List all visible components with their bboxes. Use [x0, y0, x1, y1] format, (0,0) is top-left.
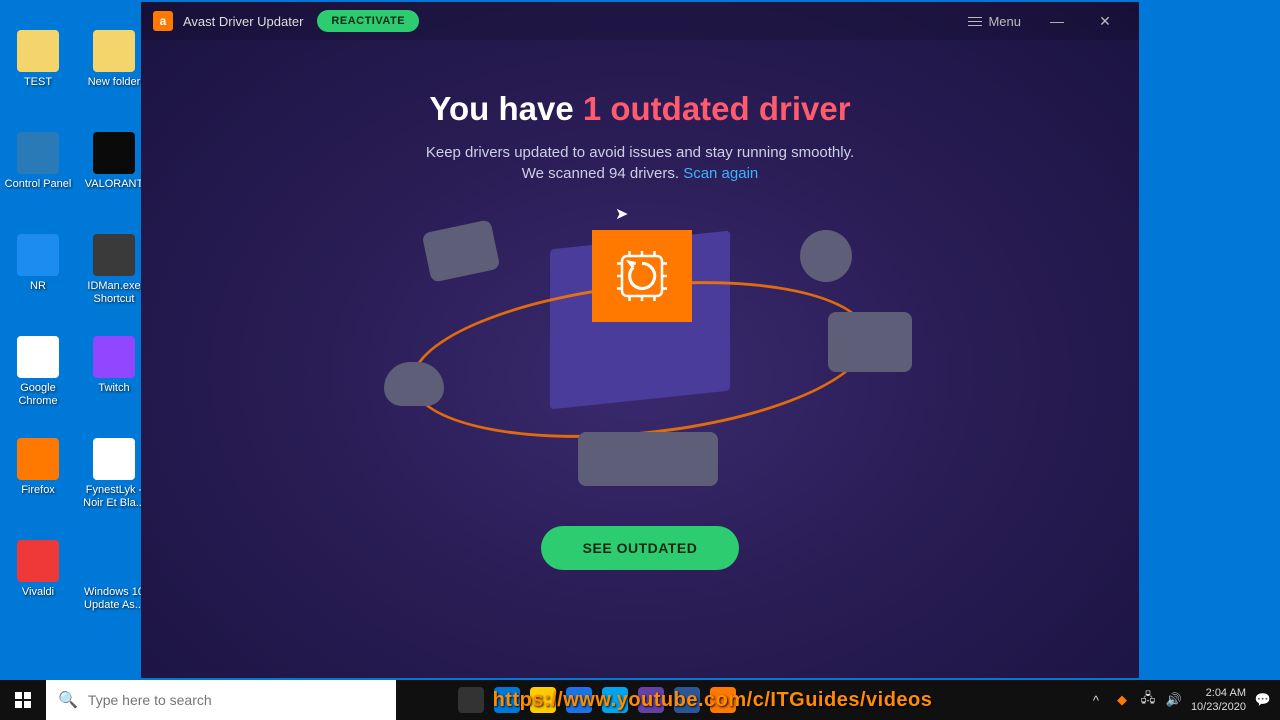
app-icon [17, 234, 59, 276]
taskbar-app-edge[interactable] [566, 687, 592, 713]
app-icon [93, 438, 135, 480]
scanned-text: We scanned 94 drivers. [522, 165, 683, 182]
taskbar-search[interactable]: 🔍 [46, 680, 396, 720]
tray-avast-icon[interactable]: ◆ [1113, 691, 1131, 709]
tray-network-icon[interactable]: 🖧 [1139, 691, 1157, 709]
app-title: Avast Driver Updater [183, 14, 303, 29]
scan-again-link[interactable]: Scan again [683, 165, 758, 182]
taskbar-app-word[interactable] [674, 687, 700, 713]
desktop-icon-label: Control Panel [3, 178, 74, 191]
desktop-icon[interactable]: Vivaldi [0, 540, 76, 630]
task-view-button[interactable] [458, 687, 484, 713]
headline: You have 1 outdated driver [141, 90, 1139, 128]
windows-icon [15, 692, 31, 708]
app-icon [93, 132, 135, 174]
taskbar: 🔍 https://www.youtube.com/c/ITGuides/vid… [0, 680, 1280, 720]
subtitle: Keep drivers updated to avoid issues and… [141, 144, 1139, 161]
taskbar-apps: https://www.youtube.com/c/ITGuides/video… [458, 680, 1087, 720]
desktop-icon[interactable]: TEST [0, 30, 76, 120]
taskbar-app-twitch[interactable] [638, 687, 664, 713]
minimize-button[interactable]: — [1035, 6, 1079, 36]
desktop-icon-label: TEST [22, 76, 54, 89]
headline-accent: 1 outdated driver [583, 90, 851, 127]
tray-date: 10/23/2020 [1191, 700, 1246, 714]
desktop-icon[interactable]: Firefox [0, 438, 76, 528]
desktop-right [1139, 0, 1280, 680]
app-icon [17, 438, 59, 480]
chip-icon [592, 230, 692, 322]
desktop-icon-label: NR [28, 280, 48, 293]
desktop-icon[interactable]: Control Panel [0, 132, 76, 222]
mouse-icon [384, 362, 444, 406]
taskbar-app-explorer[interactable] [494, 687, 520, 713]
app-icon [93, 30, 135, 72]
tray-clock[interactable]: 2:04 AM 10/23/2020 [1191, 686, 1246, 714]
menu-button[interactable]: Menu [958, 8, 1031, 35]
desktop: TESTNew folderControl PanelVALORANTNRIDM… [0, 0, 160, 680]
app-icon [93, 540, 135, 582]
scan-line: We scanned 94 drivers. Scan again [141, 165, 1139, 182]
desktop-icon[interactable]: NR [0, 234, 76, 324]
app-icon [17, 336, 59, 378]
desktop-icon-label: VALORANT [83, 178, 145, 191]
see-outdated-button[interactable]: SEE OUTDATED [541, 526, 740, 570]
app-icon [93, 336, 135, 378]
menu-label: Menu [988, 14, 1021, 29]
taskbar-app-avast[interactable] [710, 687, 736, 713]
app-icon [93, 234, 135, 276]
titlebar: a Avast Driver Updater REACTIVATE Menu —… [141, 2, 1139, 40]
search-icon: 🔍 [58, 690, 78, 710]
desktop-icon-label: Firefox [19, 484, 57, 497]
content: You have 1 outdated driver Keep drivers … [141, 40, 1139, 570]
tray-notifications-icon[interactable]: 💬 [1254, 691, 1272, 709]
desktop-icon-label: Twitch [96, 382, 131, 395]
camera-icon [422, 219, 501, 282]
desktop-icon-label: New folder [86, 76, 143, 89]
start-button[interactable] [0, 680, 46, 720]
taskbar-app-store[interactable] [602, 687, 628, 713]
system-tray: ^ ◆ 🖧 🔊 2:04 AM 10/23/2020 💬 [1087, 680, 1280, 720]
app-icon [17, 30, 59, 72]
cursor-icon: ➤ [615, 204, 628, 224]
gamepad-icon [828, 312, 912, 372]
app-icon [17, 132, 59, 174]
tray-time: 2:04 AM [1191, 686, 1246, 700]
reactivate-button[interactable]: REACTIVATE [317, 10, 419, 32]
search-input[interactable] [88, 692, 384, 708]
tray-volume-icon[interactable]: 🔊 [1165, 691, 1183, 709]
desktop-icon-label: Vivaldi [20, 586, 56, 599]
illustration: ➤ [380, 212, 900, 492]
avast-logo-icon: a [153, 11, 173, 31]
webcam-icon [800, 230, 852, 282]
cta-area: SEE OUTDATED [141, 526, 1139, 570]
app-icon [17, 540, 59, 582]
gpu-icon [578, 432, 718, 486]
close-button[interactable]: ✕ [1083, 6, 1127, 36]
desktop-icon-label: Google Chrome [0, 382, 76, 408]
tray-chevron-up-icon[interactable]: ^ [1087, 691, 1105, 709]
taskbar-app-chrome[interactable] [530, 687, 556, 713]
headline-prefix: You have [429, 90, 582, 127]
desktop-icon[interactable]: Google Chrome [0, 336, 76, 426]
avast-window: a Avast Driver Updater REACTIVATE Menu —… [141, 2, 1139, 678]
hamburger-icon [968, 17, 982, 26]
